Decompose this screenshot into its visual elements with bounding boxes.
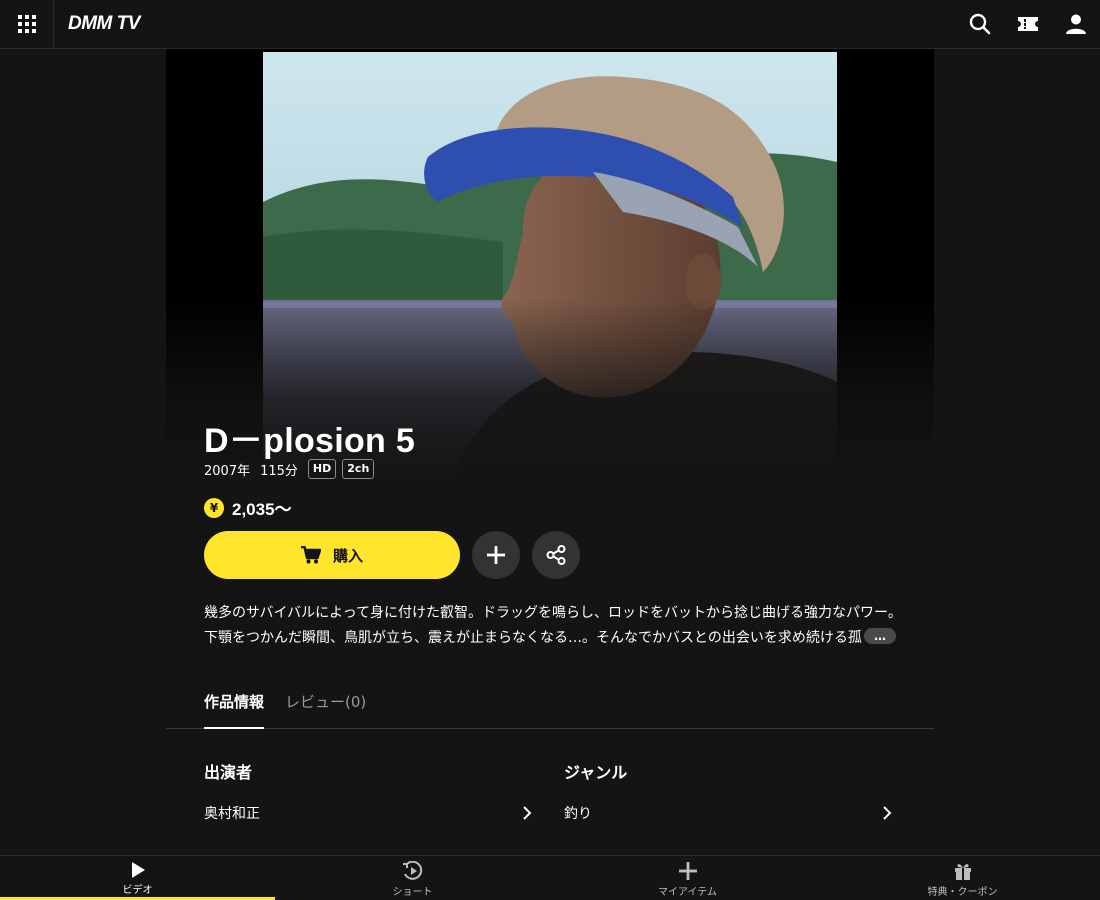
title-meta: 2007年 115分 HD 2ch: [204, 459, 375, 479]
price-amount: 2,035～: [232, 500, 292, 519]
tab-review[interactable]: レビュー(0): [285, 691, 366, 729]
play-icon: [131, 862, 145, 878]
genre-heading: ジャンル: [564, 763, 628, 782]
tab-info[interactable]: 作品情報: [204, 691, 265, 729]
add-to-list-button[interactable]: [472, 531, 520, 579]
ticket-icon: [1018, 17, 1038, 31]
duration: 115分: [260, 463, 298, 479]
cart-icon: [300, 546, 321, 564]
release-year: 2007年: [204, 463, 251, 479]
buy-button[interactable]: 購入: [204, 531, 460, 579]
nav-rewards-label: 特典・クーポン: [927, 887, 998, 898]
more-button[interactable]: …: [864, 628, 896, 644]
description: 幾多のサバイバルによって身に付けた叡智。ドラッグを鳴らし、ロッドをバットから捻じ…: [204, 601, 896, 651]
description-line-1: 幾多のサバイバルによって身に付けた叡智。ドラッグを鳴らし、ロッドをバットから捻じ…: [204, 605, 896, 621]
bottom-navigation: ビデオ ショート マイアイテム 特典・クーポン: [0, 855, 1100, 900]
yen-icon: ¥: [204, 497, 224, 518]
price: ¥ 2,035～: [204, 495, 292, 520]
nav-rewards[interactable]: 特典・クーポン: [825, 856, 1100, 900]
chevron-right-icon: [523, 806, 532, 820]
genre-name: 釣り: [564, 806, 592, 822]
genre-section: ジャンル 釣り: [564, 759, 894, 823]
genre-row[interactable]: 釣り: [564, 803, 894, 823]
share-button[interactable]: [532, 531, 580, 579]
apps-grid-button[interactable]: [0, 0, 54, 48]
nav-video[interactable]: ビデオ: [0, 856, 275, 900]
nav-shorts[interactable]: ショート: [275, 856, 550, 900]
ticket-button[interactable]: [1016, 12, 1040, 36]
account-icon: [1066, 14, 1086, 34]
top-header: DMM TV: [0, 0, 1100, 49]
account-button[interactable]: [1064, 12, 1088, 36]
tab-bar: 作品情報 レビュー(0): [166, 679, 934, 729]
audio-badge: 2ch: [342, 459, 375, 479]
search-button[interactable]: [968, 12, 992, 36]
hd-badge: HD: [307, 459, 337, 479]
apps-grid-icon: [17, 15, 36, 33]
cast-row[interactable]: 奥村和正: [204, 803, 534, 823]
cast-section: 出演者 奥村和正: [204, 759, 534, 823]
plus-icon: [487, 546, 505, 564]
nav-my-items[interactable]: マイアイテム: [550, 856, 825, 900]
plus-icon: [678, 862, 697, 880]
page-title: D－plosion 5: [204, 422, 416, 460]
gift-icon: [954, 864, 971, 880]
nav-video-label: ビデオ: [122, 885, 153, 896]
description-line-2: 下顎をつかんだ瞬間、鳥肌が立ち、震えが止まらなくなる…。そんなでかバスとの出会い…: [204, 630, 862, 646]
nav-shorts-label: ショート: [392, 887, 433, 898]
cast-heading: 出演者: [204, 763, 253, 782]
share-icon: [546, 545, 566, 565]
main-content: D－plosion 5 2007年 115分 HD 2ch ¥ 2,035～ 購…: [166, 49, 934, 855]
cast-name: 奥村和正: [204, 806, 260, 822]
dmm-tv-logo[interactable]: DMM TV: [68, 12, 140, 36]
buy-label: 購入: [332, 546, 363, 565]
chevron-right-icon: [883, 806, 892, 820]
shorts-icon: [402, 861, 422, 880]
nav-my-items-label: マイアイテム: [658, 887, 717, 898]
search-icon: [969, 13, 991, 35]
